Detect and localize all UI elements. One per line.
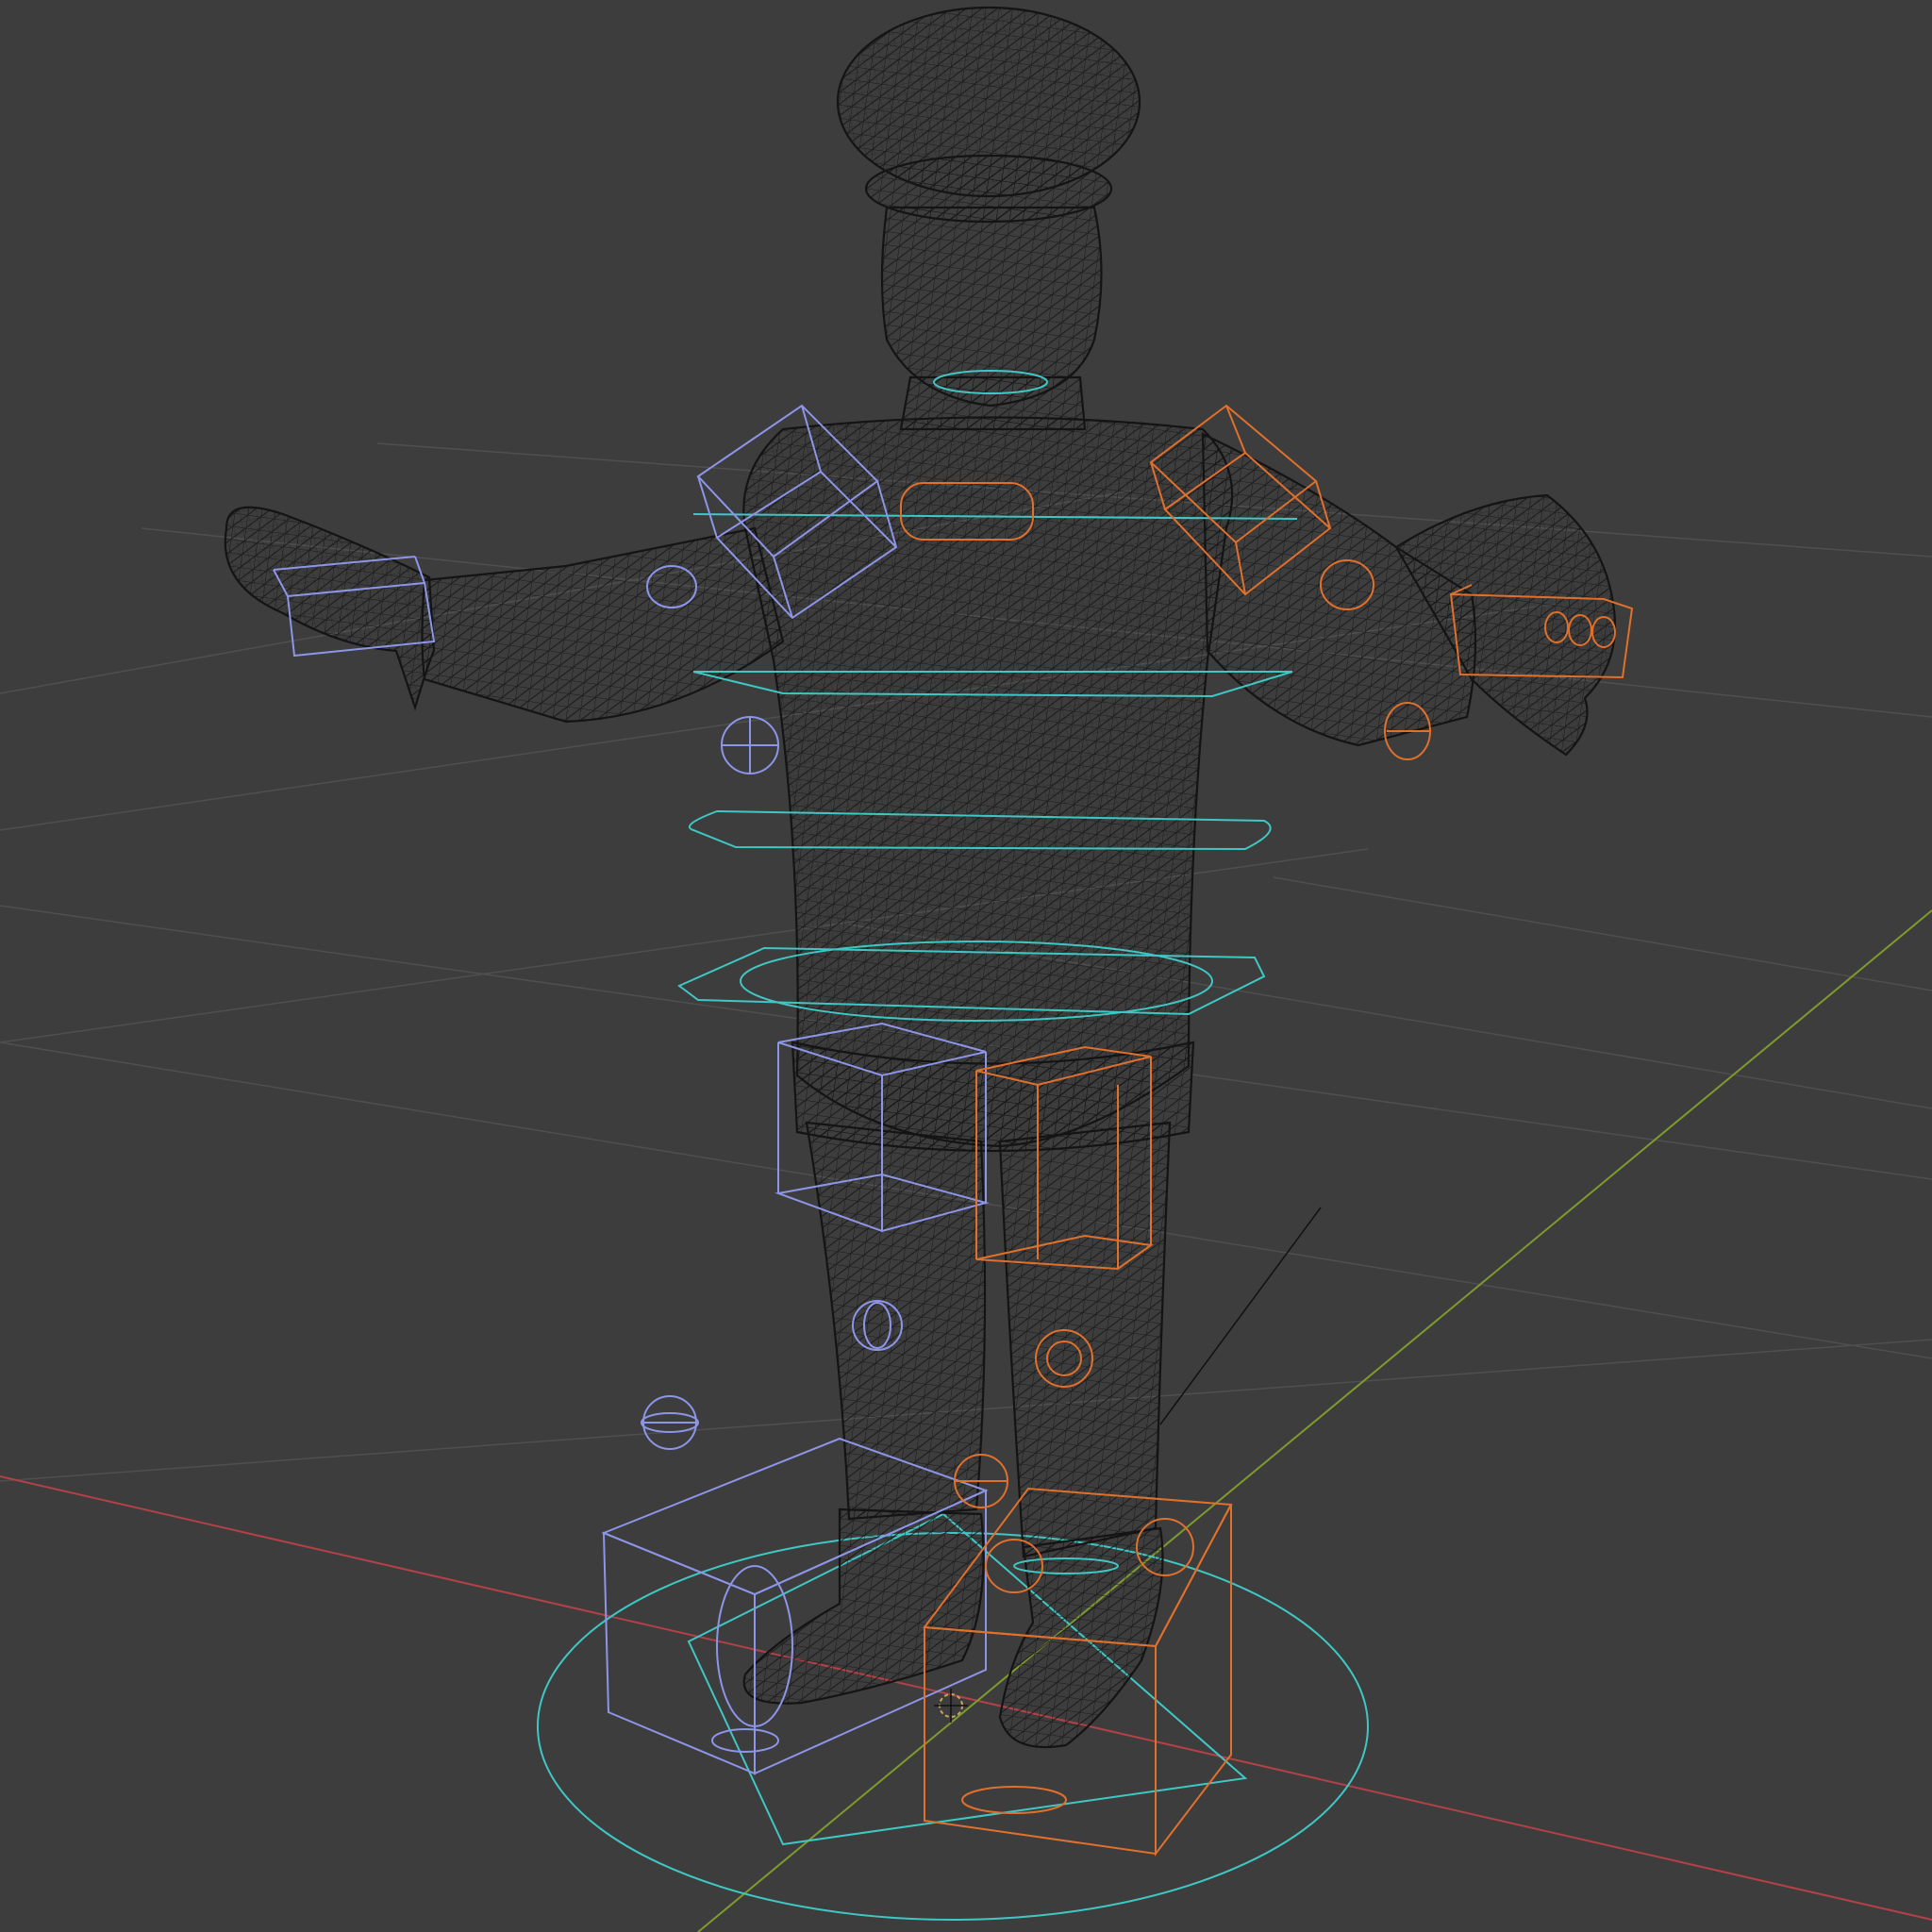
head-mesh <box>880 206 1103 408</box>
elbow-pole-left-control[interactable] <box>721 716 779 774</box>
3d-viewport[interactable] <box>0 0 1932 1932</box>
